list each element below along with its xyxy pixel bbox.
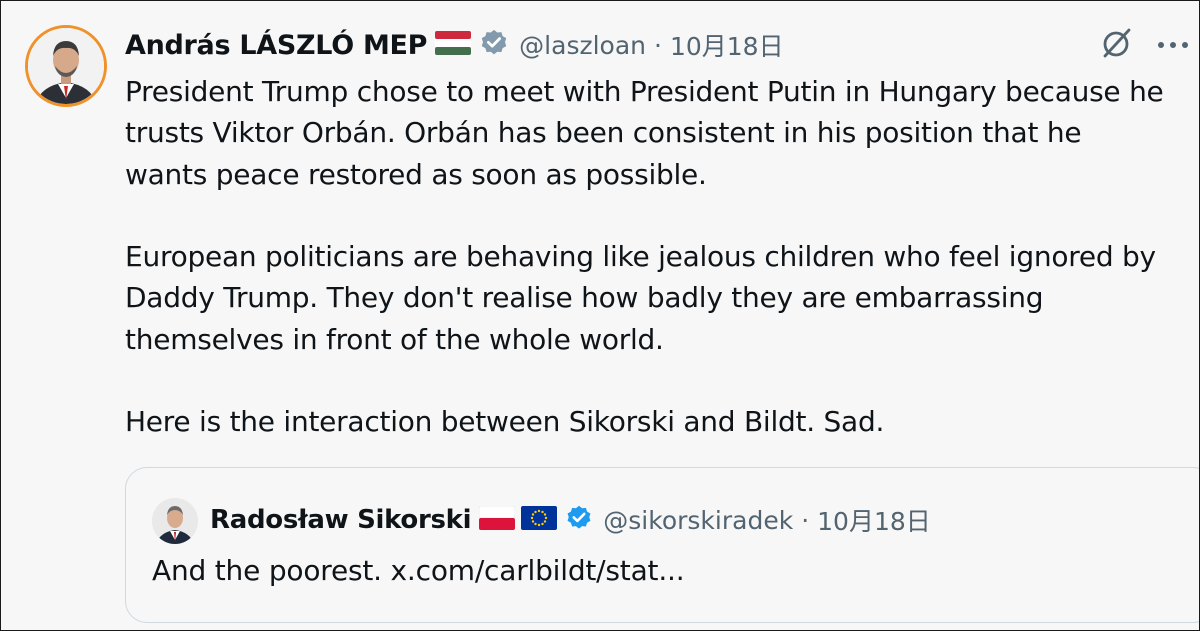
author-avatar[interactable]	[25, 25, 107, 107]
more-icon[interactable]	[1157, 36, 1189, 55]
quoted-author-handle[interactable]: @sikorskiradek	[603, 506, 793, 535]
quoted-tweet-date[interactable]: 10月18日	[817, 502, 931, 538]
verified-badge-icon	[479, 28, 509, 62]
tweet-date[interactable]: 10月18日	[670, 27, 784, 63]
tweet-card[interactable]: András LÁSZLÓ MEP @laszloan · 10月18日 Pre…	[0, 0, 1200, 631]
verified-badge-icon	[565, 504, 593, 536]
eu-flag-icon	[521, 506, 558, 534]
quoted-avatar-image	[152, 498, 198, 544]
quoted-header: Radosław Sikorski @sikorskiradek · 10月18…	[210, 500, 931, 540]
author-avatar-image	[28, 28, 104, 104]
quoted-tweet[interactable]: Radosław Sikorski @sikorskiradek · 10月18…	[125, 467, 1199, 623]
separator-dot: ·	[654, 30, 662, 60]
quoted-tweet-text: And the poorest. x.com/carlbildt/stat...	[152, 554, 685, 587]
tweet-header: András LÁSZLÓ MEP @laszloan · 10月18日	[125, 23, 784, 67]
quoted-author-avatar[interactable]	[152, 498, 198, 544]
author-name[interactable]: András LÁSZLÓ MEP	[125, 30, 427, 61]
grok-icon[interactable]	[1099, 25, 1135, 65]
hungary-flag-icon	[435, 31, 472, 59]
author-handle[interactable]: @laszloan	[519, 31, 646, 60]
tweet-text: President Trump chose to meet with Presi…	[125, 75, 1164, 439]
quoted-author-name[interactable]: Radosław Sikorski	[210, 505, 472, 535]
tweet-actions	[1099, 25, 1189, 65]
poland-flag-icon	[479, 505, 516, 534]
separator-dot: ·	[801, 505, 810, 535]
